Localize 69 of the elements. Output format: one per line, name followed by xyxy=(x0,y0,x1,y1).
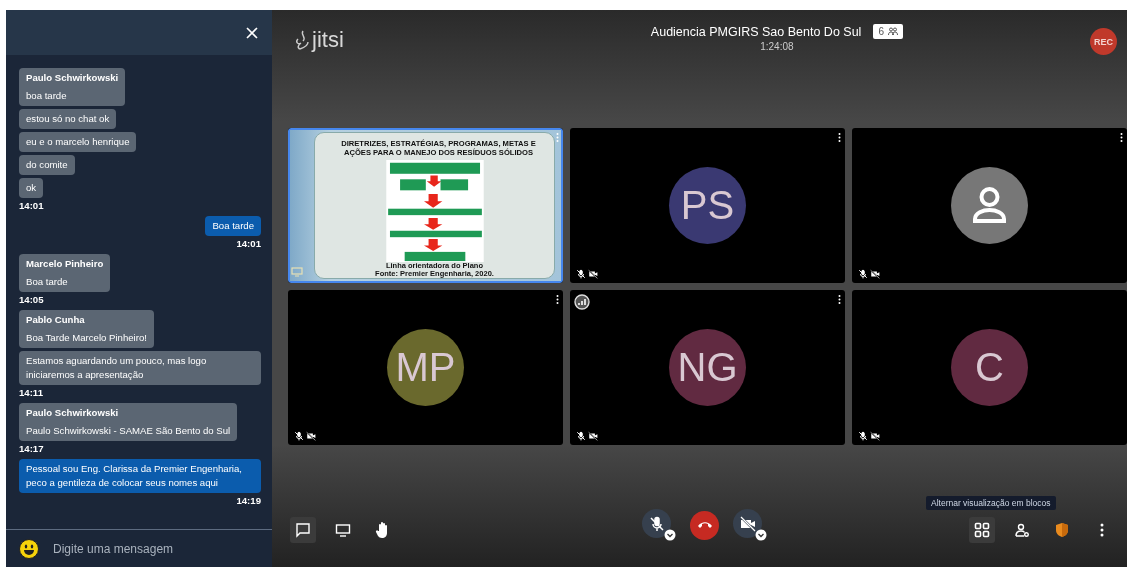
avatar: PS xyxy=(669,167,746,244)
monitor-icon xyxy=(335,522,351,538)
avatar: C xyxy=(951,329,1028,406)
logo-text: jitsi xyxy=(312,27,344,53)
hang-up-button[interactable] xyxy=(690,510,719,540)
connection-indicator-icon[interactable] xyxy=(574,294,590,310)
video-tile[interactable] xyxy=(852,128,1127,283)
grid-icon xyxy=(974,522,990,538)
more-options-icon[interactable] xyxy=(556,295,559,304)
message-time: 14:05 xyxy=(19,294,44,305)
more-options-icon[interactable] xyxy=(838,295,841,304)
message-time: 14:11 xyxy=(19,387,43,398)
sender-name: Pablo Cunha xyxy=(26,313,86,327)
microphone-icon xyxy=(648,515,665,532)
sender-name: Marcelo Pinheiro xyxy=(26,257,104,271)
more-options-icon[interactable] xyxy=(838,133,841,142)
message-time: 14:01 xyxy=(236,238,261,249)
message-time: 14:19 xyxy=(236,495,261,506)
more-icon xyxy=(1100,523,1104,537)
meeting-title: Audiencia PMGIRS Sao Bento Do Sul xyxy=(650,24,862,39)
message-input[interactable]: Digite uma mensagem xyxy=(51,540,255,557)
camera-off-icon xyxy=(588,431,598,441)
message-bubble: Estamos aguardando um pouco, mas logo iniciaremos a apresentação xyxy=(19,351,261,385)
people-icon xyxy=(887,27,898,36)
logo-icon xyxy=(294,30,310,50)
message-bubble: Pessoal sou Eng. Clarissa da Premier Engenharia, peco a gentileza de colocar seus nomes aqui xyxy=(19,459,261,493)
close-icon[interactable] xyxy=(246,26,258,39)
message-text: boa tarde xyxy=(26,90,67,101)
message-bubble: Boa tarde xyxy=(205,216,261,236)
camera-off-icon xyxy=(870,269,880,279)
camera-button[interactable] xyxy=(733,509,762,538)
tile-view-button[interactable] xyxy=(969,517,995,543)
emoji-icon[interactable] xyxy=(19,538,39,559)
video-tile[interactable]: C xyxy=(852,290,1127,445)
participant-count[interactable]: 6 xyxy=(873,24,903,39)
more-options-icon[interactable] xyxy=(1120,133,1123,142)
message-bubble: ok xyxy=(19,178,44,198)
recording-badge: REC xyxy=(1090,28,1117,55)
message-text: Paulo Schwirkowski - SAMAE São Bento do Sul xyxy=(26,425,231,436)
meeting-timer: 1:24:08 xyxy=(760,41,794,52)
message-time: 14:17 xyxy=(19,443,44,454)
add-person-icon xyxy=(1014,522,1030,538)
message-text: Boa Tarde Marcelo Pinheiro! xyxy=(26,332,147,343)
person-avatar-icon xyxy=(951,167,1028,244)
message-bubble: do comite xyxy=(19,155,75,175)
caret-icon[interactable] xyxy=(755,529,767,541)
video-tile[interactable]: NG xyxy=(570,290,845,445)
camera-off-icon xyxy=(306,431,316,441)
camera-off-icon xyxy=(870,431,880,441)
microphone-button[interactable] xyxy=(642,509,671,538)
message-bubble: eu e o marcelo henrique xyxy=(19,132,137,152)
caret-icon[interactable] xyxy=(664,529,676,541)
camera-icon xyxy=(739,515,756,532)
video-tile[interactable]: MP xyxy=(288,290,563,445)
shield-icon xyxy=(1055,522,1069,538)
message-bubble: estou só no chat ok xyxy=(19,109,117,129)
sender-name: Paulo Schwirkowski xyxy=(26,406,120,420)
video-tile[interactable]: PS xyxy=(570,128,845,283)
avatar: MP xyxy=(387,329,464,406)
tooltip: Alternar visualização em blocos xyxy=(926,496,1056,510)
avatar: NG xyxy=(669,329,746,406)
message-text: Boa tarde xyxy=(26,276,68,287)
chat-button[interactable] xyxy=(290,517,316,543)
camera-off-icon xyxy=(588,269,598,279)
screen-share-icon xyxy=(291,267,303,277)
chat-icon xyxy=(295,522,311,538)
phone-icon xyxy=(696,520,713,530)
message-time: 14:01 xyxy=(19,200,44,211)
sender-name: Paulo Schwirkowski xyxy=(26,71,119,85)
